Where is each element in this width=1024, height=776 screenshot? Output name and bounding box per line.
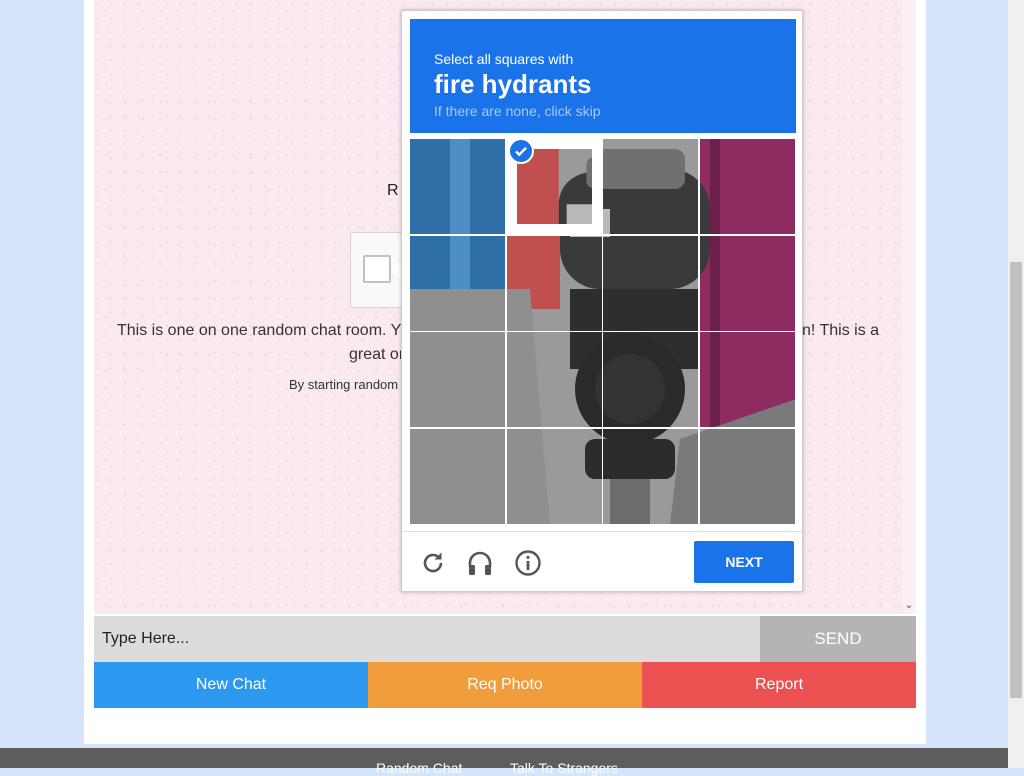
send-button[interactable]: SEND	[760, 616, 916, 662]
page-scrollbar-thumb[interactable]	[1010, 262, 1022, 698]
captcha-tile[interactable]	[410, 332, 505, 427]
captcha-pointer	[391, 260, 401, 280]
captcha-tile[interactable]	[603, 332, 698, 427]
captcha-instructions: Select all squares with fire hydrants If…	[410, 19, 796, 133]
info-icon[interactable]	[514, 549, 542, 577]
tile-selected-check-icon	[508, 138, 534, 164]
captcha-tile[interactable]	[410, 139, 505, 234]
captcha-image-grid	[410, 139, 796, 525]
report-button[interactable]: Report	[642, 662, 916, 708]
chat-scrollbar[interactable]	[902, 0, 916, 614]
message-input[interactable]	[94, 616, 760, 662]
intro-text: This is one on one random chat room. Y	[117, 322, 402, 339]
request-photo-button[interactable]: Req Photo	[368, 662, 642, 708]
captcha-tile[interactable]	[506, 332, 602, 427]
captcha-tile[interactable]	[603, 235, 698, 331]
intro-text-end: n! This is a	[802, 322, 880, 339]
intro-text-line2: great or	[349, 346, 405, 363]
reload-icon[interactable]	[419, 549, 447, 577]
captcha-hint-text: If there are none, click skip	[434, 103, 601, 119]
footer-link-talk-to-strangers[interactable]: Talk To Strangers	[510, 760, 618, 776]
site-footer: Random Chat Talk To Strangers	[0, 748, 1008, 776]
captcha-tile[interactable]	[699, 139, 795, 234]
recaptcha-challenge-dialog: Select all squares with fire hydrants If…	[401, 10, 803, 592]
terms-text: By starting random	[289, 377, 399, 392]
recaptcha-checkbox[interactable]	[363, 255, 391, 283]
captcha-tile[interactable]	[699, 428, 795, 524]
chat-heading-fragment: R	[387, 182, 399, 199]
captcha-tile[interactable]	[699, 235, 795, 331]
captcha-instruction-text: Select all squares with	[434, 51, 574, 67]
new-chat-button[interactable]: New Chat	[94, 662, 368, 708]
captcha-footer-divider	[402, 531, 802, 532]
captcha-tile[interactable]	[410, 428, 505, 524]
chat-scroll-down-icon[interactable]: ⌄	[902, 598, 916, 612]
captcha-target-text: fire hydrants	[434, 69, 592, 99]
captcha-tile[interactable]	[506, 235, 602, 331]
captcha-tile[interactable]	[410, 235, 505, 331]
captcha-tile[interactable]	[603, 139, 698, 234]
captcha-tile[interactable]	[506, 428, 602, 524]
next-button[interactable]: NEXT	[694, 541, 794, 583]
audio-headphones-icon[interactable]	[466, 549, 494, 577]
captcha-tile[interactable]	[699, 332, 795, 427]
captcha-tile[interactable]	[603, 428, 698, 524]
footer-link-random-chat[interactable]: Random Chat	[376, 760, 462, 776]
